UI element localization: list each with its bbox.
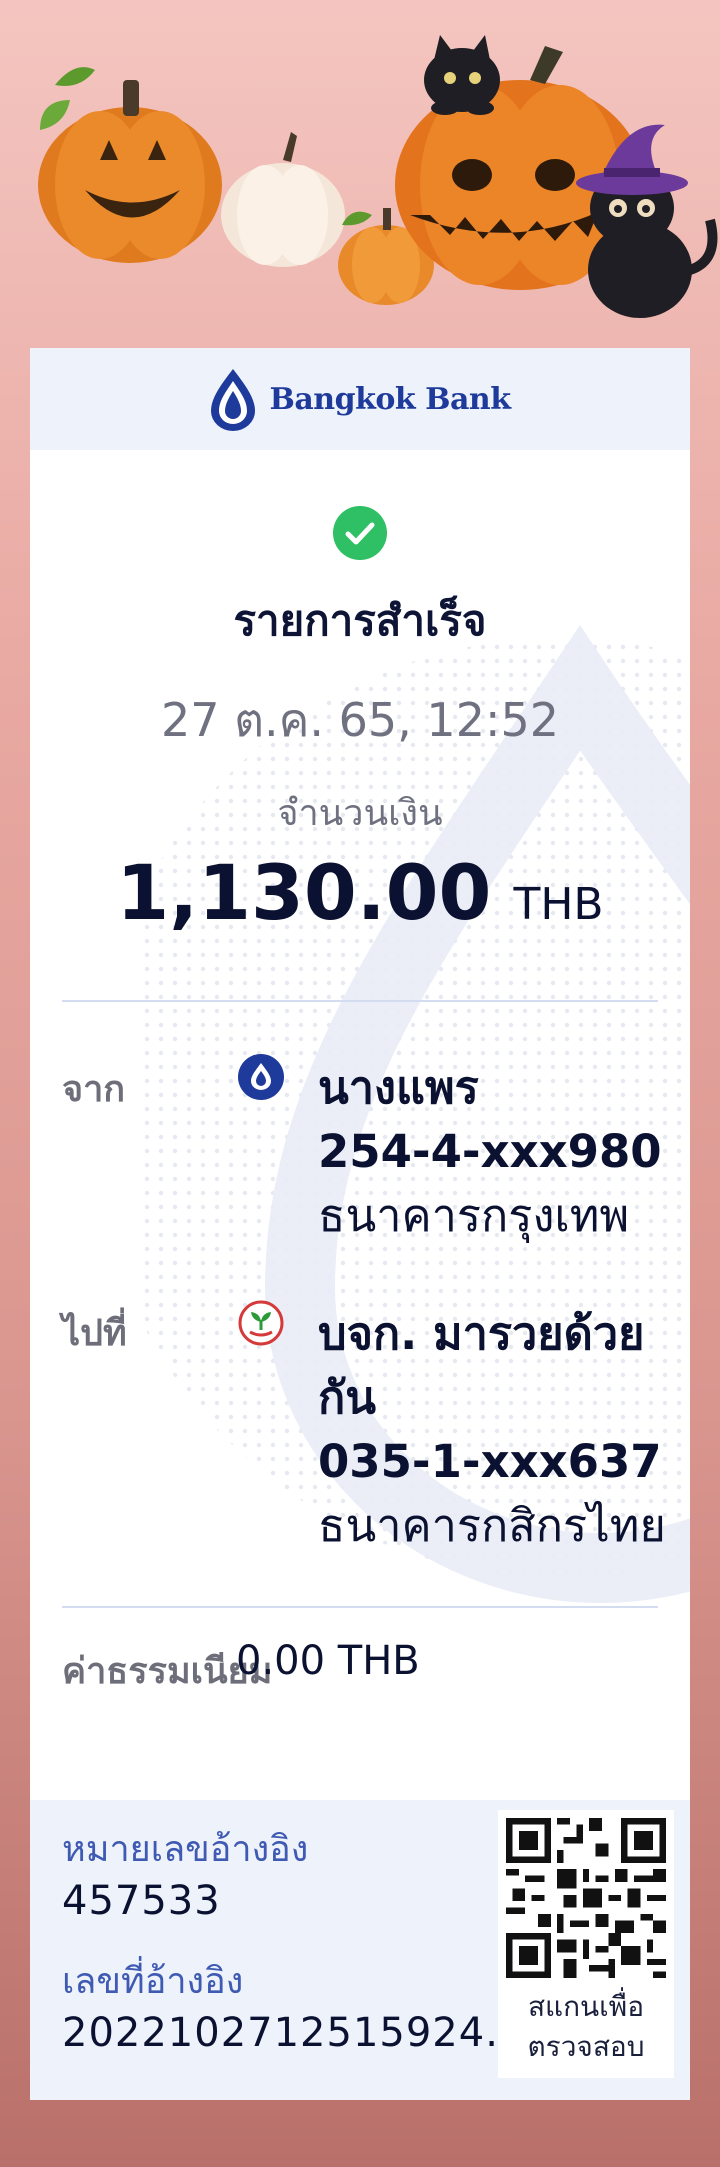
sender-info: นางแพร 254-4-xxx980 ธนาคารกรุงเทพ	[318, 1056, 690, 1248]
recipient-name: บจก. มารวยด้วย	[318, 1307, 645, 1360]
pumpkin-icon	[38, 67, 222, 263]
transaction-datetime: 27 ต.ค. 65, 12:52	[160, 693, 559, 747]
recipient-account: 035-1-xxx637	[318, 1435, 662, 1488]
bangkok-bank-lotus-icon	[211, 369, 256, 431]
sender-bank: ธนาคารกรุงเทพ	[318, 1189, 630, 1242]
reference-footer: หมายเลขอ้างอิง 457533 เลขที่อ้างอิง 2022…	[30, 1800, 690, 2100]
pumpkin-icon	[221, 132, 345, 267]
black-cat-icon	[424, 35, 500, 115]
amount-label: จำนวนเงิน	[277, 793, 443, 834]
qr-code-icon[interactable]	[506, 1818, 666, 1978]
status-title: รายการสำเร็จ	[233, 596, 487, 645]
slip-header: Bangkok Bank	[30, 348, 690, 450]
recipient-name-cont: กัน	[318, 1371, 377, 1424]
qr-caption-line2: ตรวจสอบ	[527, 2030, 645, 2063]
fee-value: 0.00 THB	[236, 1638, 420, 1684]
reference-number-value: 457533	[62, 1878, 221, 1924]
reference-number-label: หมายเลขอ้างอิง	[62, 1829, 309, 1870]
check-circle-icon	[333, 506, 387, 560]
amount-currency: THB	[513, 879, 604, 930]
transaction-ref-value: 2022102712515924.	[62, 2010, 499, 2056]
kasikorn-bank-icon	[238, 1300, 284, 1346]
bangkok-bank-icon	[238, 1054, 284, 1100]
divider	[62, 1606, 658, 1608]
to-label: ไปที่	[62, 1313, 127, 1354]
from-label: จาก	[62, 1069, 126, 1110]
recipient-info: บจก. มารวยด้วย กัน 035-1-xxx637 ธนาคารกส…	[318, 1302, 690, 1558]
transfer-slip-card: Bangkok Bank รายการสำเร็จ 27 ต.ค. 65, 12…	[30, 348, 690, 2100]
amount-row: 1,130.00 THB	[30, 848, 690, 937]
divider	[62, 1000, 658, 1002]
sender-name: นางแพร	[318, 1061, 479, 1114]
qr-verify-box[interactable]: สแกนเพื่อ ตรวจสอบ	[498, 1810, 674, 2078]
recipient-bank: ธนาคารกสิกรไทย	[318, 1499, 666, 1552]
qr-caption-line1: สแกนเพื่อ	[527, 1990, 645, 2023]
halloween-banner	[38, 35, 718, 318]
amount-value: 1,130.00	[116, 848, 492, 937]
brand-name: Bangkok Bank	[269, 381, 511, 417]
transaction-ref-label: เลขที่อ้างอิง	[62, 1961, 244, 2002]
sender-account: 254-4-xxx980	[318, 1125, 662, 1178]
